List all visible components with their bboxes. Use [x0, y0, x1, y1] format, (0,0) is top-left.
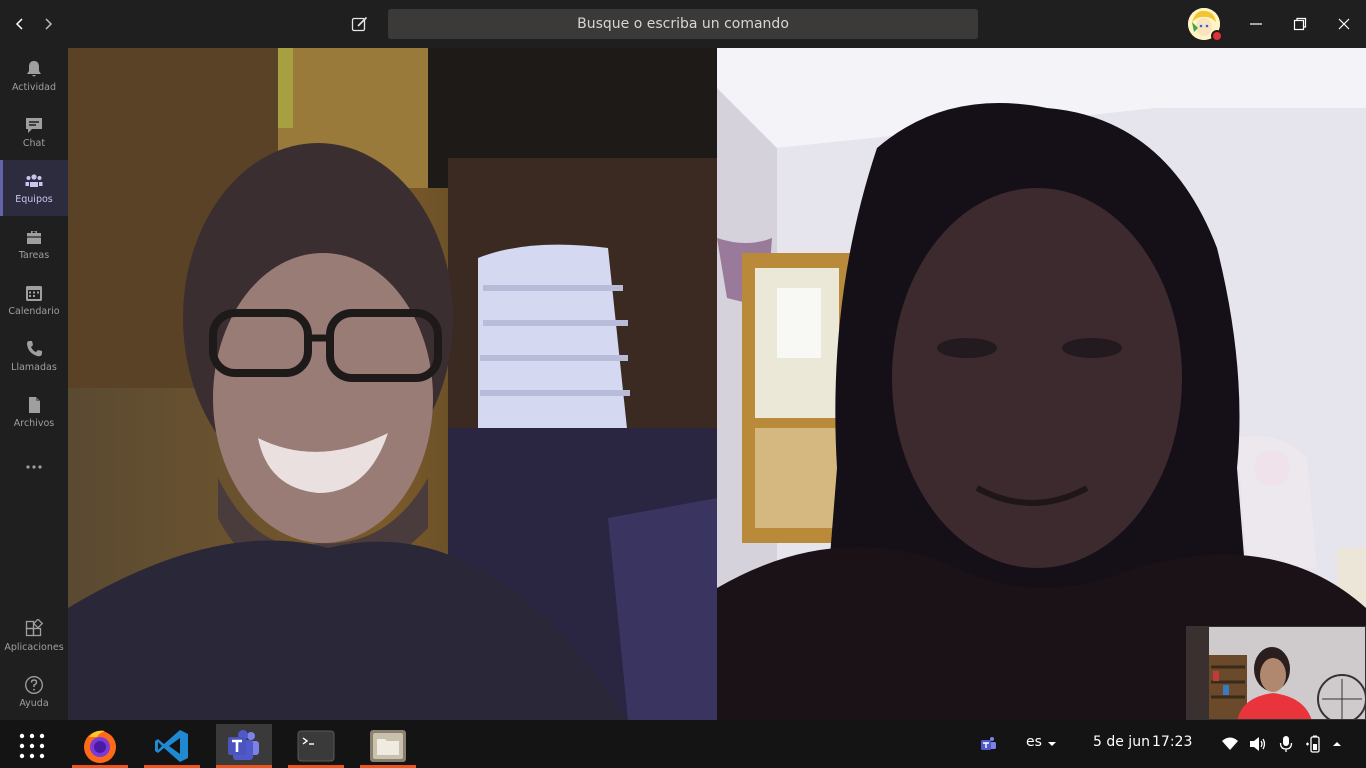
rail-item-label: Tareas — [18, 250, 50, 261]
avatar[interactable] — [1188, 8, 1223, 42]
apps-icon — [25, 619, 44, 637]
rail-item-chat[interactable]: Chat — [0, 104, 68, 160]
participant-video-right — [717, 48, 1366, 720]
restore-icon[interactable] — [1288, 12, 1312, 36]
system-menu-arrow-icon[interactable] — [1327, 734, 1347, 754]
battery-icon[interactable] — [1304, 734, 1324, 754]
rail-item-files[interactable]: Archivos — [0, 384, 68, 440]
back-arrow-icon[interactable] — [8, 12, 32, 36]
rail-item-calls[interactable]: Llamadas — [0, 328, 68, 384]
rail-item-label: Chat — [22, 138, 46, 149]
folder-icon — [370, 730, 406, 762]
app-bar: Actividad Chat Equipos Tareas Calendario… — [0, 48, 68, 720]
files-app[interactable] — [360, 724, 416, 768]
minimize-icon[interactable] — [1244, 12, 1268, 36]
rail-item-label: Ayuda — [19, 698, 49, 709]
call-stage — [68, 48, 1366, 720]
phone-icon — [27, 341, 42, 357]
chevron-down-icon[interactable] — [1042, 734, 1062, 754]
rail-item-activity[interactable]: Actividad — [0, 48, 68, 104]
rail-item-label: Llamadas — [11, 362, 57, 373]
rail-item-teams[interactable]: Equipos — [0, 160, 68, 216]
firefox-app[interactable] — [72, 724, 128, 768]
rail-item-tasks[interactable]: Tareas — [0, 216, 68, 272]
bell-icon — [27, 61, 41, 77]
search-input[interactable]: Busque o escriba un comando — [388, 9, 978, 39]
participant-video-left — [68, 48, 717, 720]
teams-tray-icon[interactable] — [978, 734, 998, 754]
help-icon — [25, 676, 43, 694]
terminal-app[interactable] — [288, 724, 344, 768]
self-view-frame — [1187, 627, 1365, 719]
teams-app[interactable] — [216, 724, 272, 768]
clock-time[interactable]: 17:23 — [1152, 734, 1192, 750]
self-view-video[interactable] — [1186, 626, 1366, 720]
rail-item-label: Actividad — [11, 82, 57, 93]
rail-item-label: Aplicaciones — [4, 642, 64, 653]
volume-icon[interactable] — [1248, 734, 1268, 754]
more-apps-button[interactable] — [0, 440, 68, 496]
terminal-icon — [297, 730, 335, 762]
rail-item-help[interactable]: Ayuda — [0, 664, 68, 720]
forward-arrow-icon[interactable] — [36, 12, 60, 36]
clock-date[interactable]: 5 de jun — [1093, 734, 1150, 750]
microphone-icon[interactable] — [1276, 734, 1296, 754]
language-indicator[interactable]: es — [1026, 734, 1042, 750]
rail-item-label: Calendario — [8, 306, 60, 317]
teams-logo-icon — [228, 730, 259, 760]
file-icon — [29, 397, 40, 413]
taskbar: es 5 de jun 17:23 — [0, 720, 1366, 768]
close-icon[interactable] — [1332, 12, 1356, 36]
rail-item-label: Archivos — [13, 418, 55, 429]
vscode-icon — [155, 730, 188, 762]
more-icon — [26, 464, 42, 469]
rail-item-label: Equipos — [15, 194, 53, 205]
title-bar: Busque o escriba un comando — [0, 0, 1366, 48]
firefox-icon — [84, 730, 116, 763]
grid-icon — [19, 733, 45, 759]
chat-icon — [26, 118, 42, 133]
rail-item-calendar[interactable]: Calendario — [0, 272, 68, 328]
calendar-icon — [26, 286, 42, 301]
presence-busy-icon — [1211, 30, 1223, 42]
wifi-icon[interactable] — [1220, 734, 1240, 754]
participant-video-frame — [717, 48, 1366, 720]
new-chat-icon[interactable] — [348, 12, 372, 36]
rail-item-apps[interactable]: Aplicaciones — [0, 608, 68, 664]
briefcase-icon — [27, 231, 41, 244]
teams-icon — [25, 174, 43, 187]
show-apps-button[interactable] — [4, 724, 60, 768]
participant-video-frame — [68, 48, 717, 720]
vscode-app[interactable] — [144, 724, 200, 768]
